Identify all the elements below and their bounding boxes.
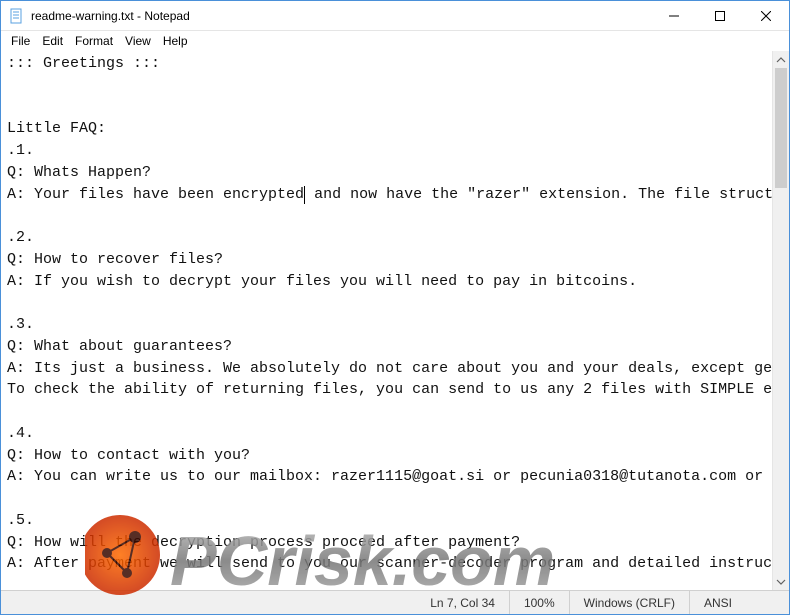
menu-file[interactable]: File — [5, 33, 36, 49]
text-line: A: If you wish to decrypt your files you… — [7, 273, 637, 290]
notepad-icon — [9, 8, 25, 24]
text-line: A: You can write us to our mailbox: raze… — [7, 468, 772, 485]
vertical-scrollbar[interactable] — [772, 51, 789, 590]
text-line: and now have the "razer" extension. The … — [305, 186, 772, 203]
statusbar: Ln 7, Col 34 100% Windows (CRLF) ANSI — [1, 590, 789, 614]
menu-edit[interactable]: Edit — [36, 33, 69, 49]
text-line: Q: What about guarantees? — [7, 338, 232, 355]
scroll-up-button[interactable] — [773, 51, 789, 68]
text-line: .3. — [7, 316, 34, 333]
scroll-down-button[interactable] — [773, 573, 789, 590]
text-line: A: After payment we will send to you our… — [7, 555, 772, 572]
scroll-thumb[interactable] — [775, 68, 787, 188]
text-editor[interactable]: ::: Greetings ::: Little FAQ: .1. Q: Wha… — [1, 51, 772, 590]
notepad-window: readme-warning.txt - Notepad File Edit F… — [0, 0, 790, 615]
close-button[interactable] — [743, 1, 789, 30]
text-line: To check the ability of returning files,… — [7, 381, 772, 398]
text-line: ::: Greetings ::: — [7, 55, 160, 72]
status-encoding: ANSI — [689, 591, 789, 614]
text-line: .1. — [7, 142, 34, 159]
text-line: A: Its just a business. We absolutely do… — [7, 360, 772, 377]
text-line: .4. — [7, 425, 34, 442]
menubar: File Edit Format View Help — [1, 31, 789, 51]
text-line: A: Your files have been encrypted — [7, 186, 304, 203]
titlebar[interactable]: readme-warning.txt - Notepad — [1, 1, 789, 31]
status-zoom: 100% — [509, 591, 569, 614]
minimize-button[interactable] — [651, 1, 697, 30]
menu-format[interactable]: Format — [69, 33, 119, 49]
scroll-track[interactable] — [773, 68, 789, 573]
window-title: readme-warning.txt - Notepad — [31, 9, 651, 23]
menu-view[interactable]: View — [119, 33, 157, 49]
window-controls — [651, 1, 789, 30]
status-position: Ln 7, Col 34 — [416, 591, 509, 614]
text-line: Q: How to contact with you? — [7, 447, 250, 464]
text-line: Q: Whats Happen? — [7, 164, 151, 181]
text-line: Little FAQ: — [7, 120, 106, 137]
editor-area: ::: Greetings ::: Little FAQ: .1. Q: Wha… — [1, 51, 789, 590]
menu-help[interactable]: Help — [157, 33, 194, 49]
status-line-ending: Windows (CRLF) — [569, 591, 689, 614]
text-line: Q: How will the decryption process proce… — [7, 534, 520, 551]
text-line: .2. — [7, 229, 34, 246]
text-line: Q: How to recover files? — [7, 251, 223, 268]
maximize-button[interactable] — [697, 1, 743, 30]
text-line: .5. — [7, 512, 34, 529]
